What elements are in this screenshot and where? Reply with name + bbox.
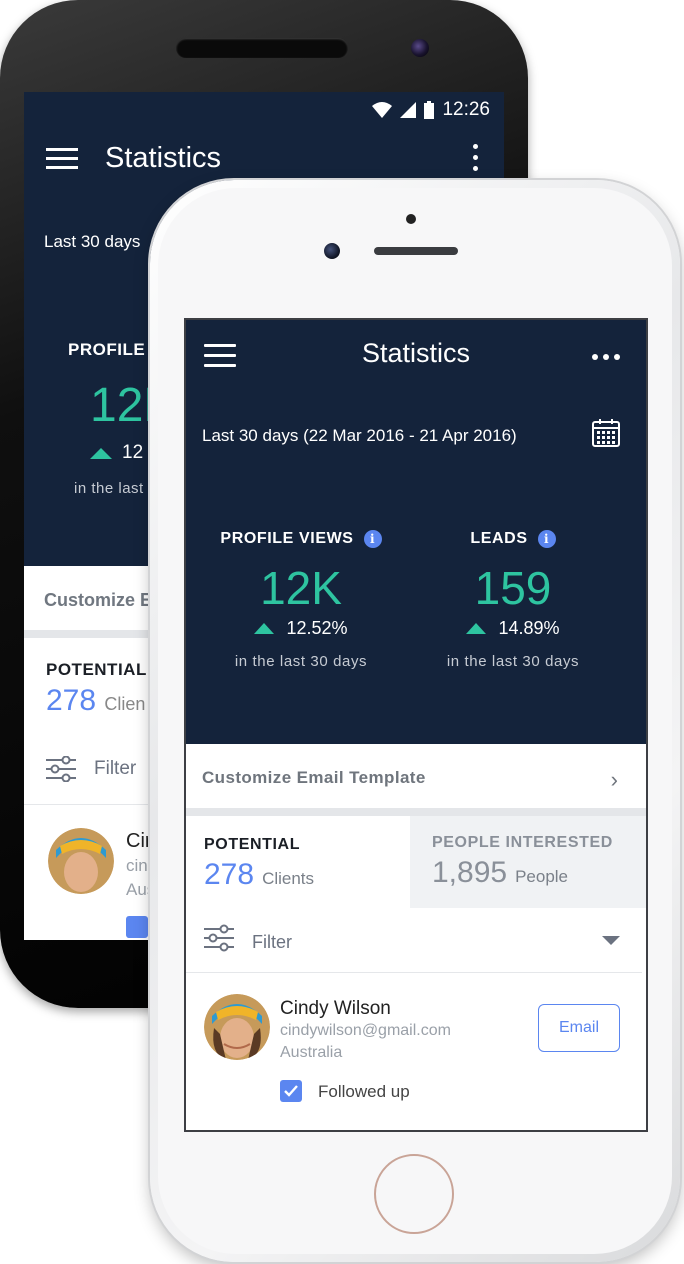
potential-count: 278 Clien (46, 684, 145, 718)
interested-count-unit: People (515, 867, 569, 886)
potential-count: 278 Clients (204, 858, 314, 892)
menu-icon[interactable] (46, 148, 78, 170)
iphone-screen: Statistics Last 30 days (22 Mar 2016 - 2… (184, 318, 648, 1132)
info-icon[interactable]: i (363, 530, 382, 548)
info-icon[interactable]: i (537, 530, 556, 548)
tab-potential[interactable]: POTENTIAL 278 Clients (186, 816, 410, 908)
email-button[interactable]: Email (538, 1004, 620, 1052)
date-range-label: Last 30 days (44, 232, 141, 251)
filter-sliders-icon (204, 924, 234, 952)
status-time: 12:26 (442, 99, 490, 120)
profile-views-label: PROFILE VIEWS (220, 530, 354, 547)
potential-count-unit: Clients (262, 869, 315, 888)
avatar (204, 994, 270, 1060)
more-options-icon[interactable] (473, 144, 479, 177)
stats-header: Statistics Last 30 days (22 Mar 2016 - 2… (186, 320, 646, 744)
profile-views-stat: PROFILE VIEWS i 12K 12.52% in the last 30… (186, 530, 416, 670)
iphone-sensor (406, 214, 416, 224)
profile-views-change: 12 (90, 442, 143, 464)
contact-name: Cindy Wilson (280, 998, 391, 1019)
filter-dropdown[interactable]: Filter (186, 908, 642, 973)
potential-count-value: 278 (204, 858, 255, 891)
filter-row[interactable]: Filter (46, 756, 136, 782)
customize-email-label: Customize Email Template (202, 768, 426, 787)
leads-label: LEADS (470, 530, 528, 547)
interested-label: PEOPLE INTERESTED (432, 834, 613, 851)
customize-email-template-row[interactable]: Customize Email Template › (186, 744, 646, 816)
profile-views-value: 12K (260, 562, 342, 614)
profile-views-label: PROFILE V (68, 340, 163, 359)
interested-count-value: 1,895 (432, 856, 508, 889)
leads-percent: 14.89% (498, 618, 560, 638)
contact-name: Cir (126, 830, 152, 852)
customize-email-label: Customize E (44, 590, 153, 610)
battery-icon (424, 101, 435, 119)
date-range-label: Last 30 days (22 Mar 2016 - 21 Apr 2016) (202, 426, 517, 445)
caret-down-icon (602, 936, 620, 945)
checkmark-icon (284, 1085, 298, 1097)
iphone-speaker (374, 247, 458, 255)
trend-up-icon (90, 447, 112, 459)
potential-count-value: 278 (46, 684, 97, 717)
leads-period: in the last 30 days (446, 653, 580, 670)
filter-label: Filter (252, 932, 292, 952)
potential-count-unit: Clien (104, 694, 146, 714)
contact-email: cin (126, 856, 148, 875)
potential-label: POTENTIAL (204, 836, 301, 853)
avatar (48, 828, 114, 894)
leads-stat: LEADS i 159 14.89% in the last 30 days (398, 530, 628, 670)
signal-icon (400, 102, 417, 118)
followed-up-label: Followed up (318, 1082, 410, 1101)
status-bar: 12:26 (372, 98, 490, 122)
trend-up-icon (254, 623, 275, 634)
leads-value: 159 (474, 562, 552, 614)
home-button[interactable] (374, 1154, 454, 1234)
period-label: in the last (74, 480, 144, 497)
page-title: Statistics (105, 142, 222, 174)
followed-up-checkbox[interactable] (126, 916, 148, 938)
page-title: Statistics (361, 338, 471, 368)
profile-views-percent: 12.52% (286, 618, 348, 638)
filter-sliders-icon (46, 756, 76, 782)
tab-people-interested[interactable]: PEOPLE INTERESTED 1,895 People (410, 816, 646, 908)
filter-label: Filter (94, 758, 137, 779)
contact-email: cindywilson@gmail.com (280, 1022, 451, 1039)
more-options-icon[interactable] (592, 354, 620, 360)
potential-tab-label[interactable]: POTENTIAL (46, 660, 147, 680)
calendar-icon[interactable] (592, 419, 620, 447)
android-speaker (176, 38, 348, 58)
trend-up-icon (466, 623, 487, 634)
segment-tabs: POTENTIAL 278 Clients PEOPLE INTERESTED 1… (186, 816, 646, 908)
interested-count: 1,895 People (432, 856, 568, 890)
chevron-right-icon: › (610, 767, 618, 792)
android-camera (411, 39, 429, 57)
profile-views-period: in the last 30 days (234, 653, 368, 670)
wifi-icon (372, 102, 393, 118)
followed-up-checkbox[interactable] (280, 1080, 302, 1102)
contact-country: Australia (280, 1044, 343, 1061)
iphone-camera (324, 243, 340, 259)
profile-views-percent: 12 (122, 442, 144, 463)
